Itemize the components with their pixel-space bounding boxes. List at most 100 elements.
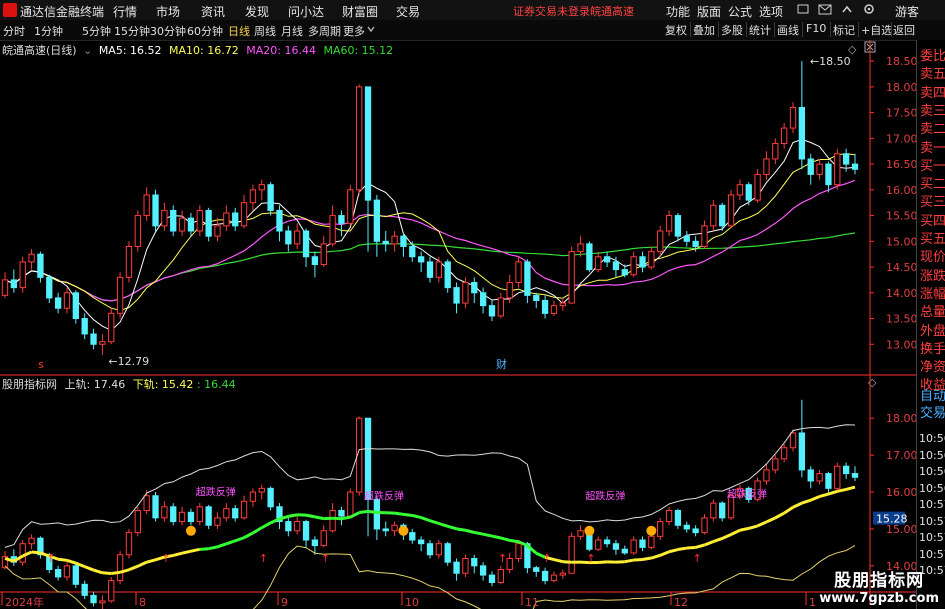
- tab-5min[interactable]: 5分钟: [82, 23, 111, 39]
- candle-body: [294, 230, 301, 245]
- user-guest[interactable]: 游客: [895, 3, 919, 20]
- chevron-up-icon[interactable]: [840, 1, 854, 20]
- candle-body: [524, 261, 531, 296]
- mid-band-segment: [836, 487, 847, 493]
- mid-band-segment: [341, 515, 351, 521]
- tab-60min[interactable]: 60分钟: [187, 23, 223, 39]
- app-logo-icon: [3, 3, 17, 17]
- candle-body: [276, 209, 283, 232]
- mark-button[interactable]: 标记: [833, 22, 855, 38]
- tab-multi-period[interactable]: 多周期: [308, 23, 341, 39]
- signal-marker: [185, 525, 196, 536]
- trade-button[interactable]: 交易: [920, 402, 945, 421]
- candle-body: [99, 341, 106, 345]
- candle-body: [90, 333, 97, 345]
- restore-icon[interactable]: [796, 1, 810, 20]
- mid-band-segment: [93, 568, 103, 575]
- mid-band-segment: [420, 516, 431, 523]
- statistics-button[interactable]: 统计: [749, 22, 771, 38]
- menu-wealth-circle[interactable]: 财富圈: [342, 3, 378, 20]
- buy-arrow: ↑: [46, 552, 55, 565]
- add-favorite-button[interactable]: +自选: [861, 22, 892, 38]
- candle-body: [134, 215, 141, 247]
- mid-band-segment: [447, 524, 457, 531]
- login-status[interactable]: 证券交易未登录: [513, 3, 590, 19]
- sub-candle-body: [665, 509, 673, 523]
- menu-discover[interactable]: 发现: [245, 3, 269, 20]
- menu-formula[interactable]: 公式: [728, 3, 752, 20]
- menu-functions[interactable]: 功能: [666, 3, 690, 20]
- mid-band-segment: [199, 547, 209, 551]
- quote-field-label: 涨幅: [920, 286, 945, 302]
- candle-body: [736, 184, 744, 196]
- draw-line-button[interactable]: 画线: [777, 22, 799, 38]
- buy-arrow: ↑: [693, 552, 702, 565]
- mid-band-segment: [172, 551, 183, 557]
- signal-label: 超跌反弹: [585, 489, 625, 502]
- tab-daily[interactable]: 日线: [228, 23, 250, 39]
- multi-stock-button[interactable]: 多股: [721, 22, 743, 38]
- candle-body: [19, 261, 26, 289]
- menu-market-quotes[interactable]: 行情: [113, 3, 137, 20]
- candle-body: [161, 209, 168, 227]
- mid-band-segment: [756, 520, 768, 528]
- menu-trade[interactable]: 交易: [396, 3, 420, 20]
- sub-candle-body: [223, 508, 230, 519]
- sub-candle-body: [134, 509, 141, 534]
- x-tick-label: 8: [139, 596, 146, 609]
- mail-icon[interactable]: [818, 1, 832, 20]
- candle-body: [842, 153, 850, 165]
- menu-layout[interactable]: 版面: [697, 3, 721, 20]
- tab-more[interactable]: 更多: [343, 23, 365, 39]
- candle-body: [267, 184, 274, 211]
- back-button[interactable]: 返回: [893, 22, 915, 38]
- mid-band-segment: [394, 511, 404, 516]
- tab-monthly[interactable]: 月线: [281, 23, 303, 39]
- fq-button[interactable]: 复权: [665, 22, 687, 38]
- buy-arrow: ↑: [586, 552, 595, 565]
- quote-field-label: 买一: [920, 158, 945, 174]
- candle-body: [541, 300, 549, 314]
- candle-body: [338, 215, 345, 224]
- candle-body: [754, 173, 761, 201]
- mid-band-segment: [57, 557, 68, 562]
- tick-time: 10:56: [919, 448, 945, 462]
- candle-body: [568, 251, 575, 304]
- mid-band-segment: [456, 527, 466, 532]
- menu-ask-xiaoda[interactable]: 问小达: [288, 3, 324, 20]
- overlay-button[interactable]: 叠加: [693, 22, 715, 38]
- quote-field-label: 委比: [920, 49, 945, 64]
- mid-band-segment: [473, 530, 484, 536]
- chevron-down-icon[interactable]: [366, 23, 376, 38]
- candle-body: [187, 217, 195, 232]
- sub-candle-body: [338, 509, 345, 517]
- settings-icon[interactable]: [862, 1, 876, 20]
- sub-candle-body: [391, 524, 398, 532]
- candle-body: [488, 305, 496, 317]
- ma5-line: [4, 138, 856, 331]
- sub-candle-body: [781, 447, 788, 460]
- tab-15min[interactable]: 15分钟: [114, 23, 150, 39]
- tab-1min[interactable]: 1分钟: [34, 23, 63, 39]
- mid-band-segment: [783, 506, 794, 515]
- candle-body: [311, 256, 319, 265]
- sub-candle-body: [249, 491, 257, 502]
- kline-chart[interactable]: 18.50 18.00 17.50 17.00 16.50 16.00 15.50 15.00…: [0, 40, 916, 609]
- sub-candle-body: [81, 583, 88, 596]
- mid-band-segment: [314, 515, 325, 521]
- menu-options[interactable]: 选项: [759, 3, 783, 20]
- mid-band-segment: [429, 519, 440, 525]
- menu-market[interactable]: 市场: [156, 3, 180, 20]
- f10-button[interactable]: F10: [806, 22, 826, 35]
- mid-band-segment: [66, 558, 77, 565]
- sub-candle-body: [435, 543, 443, 556]
- sub-candle-body: [187, 511, 195, 523]
- menu-news[interactable]: 资讯: [201, 3, 225, 20]
- tab-30min[interactable]: 30分钟: [150, 23, 186, 39]
- candle-body: [152, 194, 159, 227]
- tab-timeshare[interactable]: 分时: [3, 23, 25, 39]
- tab-weekly[interactable]: 周线: [254, 23, 276, 39]
- ma20-line: [4, 179, 856, 302]
- candle-body: [763, 158, 770, 175]
- sub-candle-body: [116, 554, 124, 582]
